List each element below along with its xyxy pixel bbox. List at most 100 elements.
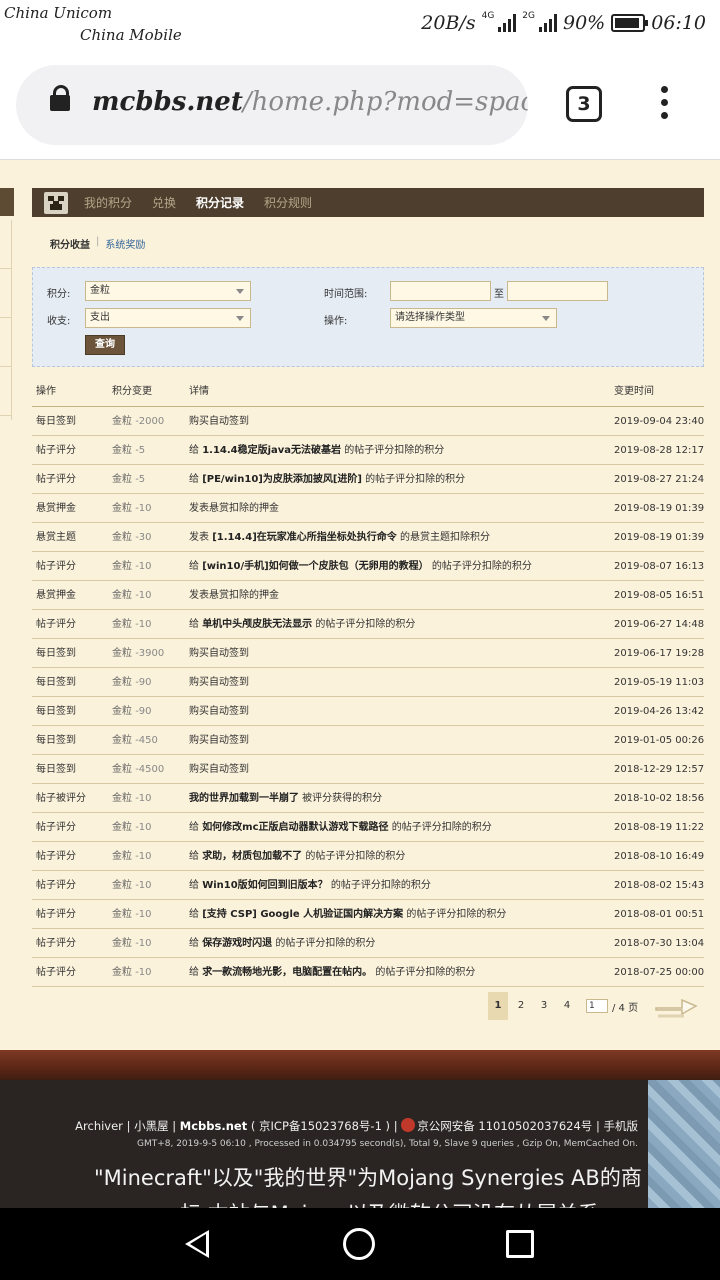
row-detail-suffix: 的帖子评分扣除的积分 xyxy=(272,938,376,949)
table-row: 帖子评分 金粒 -10 给 求助，材质包加载不了 的帖子评分扣除的积分 2018-08… xyxy=(32,842,704,871)
row-operation: 帖子评分 xyxy=(36,619,76,630)
page-3[interactable]: 3 xyxy=(534,992,554,1020)
row-detail: 购买自动签到 xyxy=(189,697,249,726)
end-date-input[interactable] xyxy=(507,281,608,301)
row-amount: -5 xyxy=(135,445,146,456)
row-operation: 每日签到 xyxy=(36,706,76,717)
row-amount: -10 xyxy=(135,793,152,804)
carrier-2: China Mobile xyxy=(80,26,182,44)
table-row: 每日签到 金粒 -3900 购买自动签到 2019-06-17 19:28 xyxy=(32,639,704,668)
points-select[interactable]: 金粒 xyxy=(85,281,251,301)
row-thread-link[interactable]: [支持 CSP] Google 人机验证国内解决方案 xyxy=(202,909,403,920)
overflow-menu-icon[interactable] xyxy=(656,86,672,126)
police-record-link[interactable]: 京公网安备 11010502037624号 xyxy=(417,1119,592,1133)
row-amount: -450 xyxy=(135,735,158,746)
mobile-version-link[interactable]: 手机版 xyxy=(604,1119,639,1133)
nav-my-credits[interactable]: 我的积分 xyxy=(84,194,132,211)
page-4[interactable]: 4 xyxy=(557,992,577,1020)
table-header: 操作 积分变更 详情 变更时间 xyxy=(32,377,704,407)
row-operation: 帖子评分 xyxy=(36,445,76,456)
address-bar[interactable]: mcbbs.net/home.php?mod=space xyxy=(16,65,528,145)
site-link[interactable]: Mcbbs.net xyxy=(180,1119,247,1133)
next-page-arrow-icon[interactable] xyxy=(652,992,700,1020)
page-1[interactable]: 1 xyxy=(488,992,508,1020)
blackroom-link[interactable]: 小黑屋 xyxy=(134,1119,169,1133)
recent-apps-icon[interactable] xyxy=(506,1230,534,1258)
icp-link[interactable]: ( 京ICP备15023768号-1 ) xyxy=(251,1119,390,1133)
footer-disclaimer-2: 标 本站与Mojang以及微软公司没有从属关系 xyxy=(180,1198,599,1208)
carrier-1: China Unicom xyxy=(4,4,113,22)
back-icon[interactable] xyxy=(185,1230,209,1258)
row-change: 金粒 -10 xyxy=(112,900,152,929)
row-detail-prefix: 给 xyxy=(189,822,203,833)
footer-separator: | xyxy=(172,1119,177,1133)
row-detail-prefix: 发表悬赏扣除的押金 xyxy=(189,590,279,601)
row-detail: 给 Win10版如何回到旧版本？ 的帖子评分扣除的积分 xyxy=(189,871,431,900)
row-amount: -10 xyxy=(135,938,152,949)
operation-select[interactable]: 请选择操作类型 xyxy=(390,308,557,328)
row-thread-link[interactable]: [1.14.4]在玩家准心所指坐标处执行命令 xyxy=(212,532,397,543)
header-time: 变更时间 xyxy=(614,386,654,397)
row-time: 2019-09-04 23:40 xyxy=(614,416,705,427)
row-operation: 悬赏押金 xyxy=(36,503,76,514)
row-amount: -10 xyxy=(135,967,152,978)
page-total: / 4 页 xyxy=(612,1002,639,1014)
query-button[interactable]: 查询 xyxy=(85,335,125,355)
row-thread-link[interactable]: 保存游戏时闪退 xyxy=(202,938,272,949)
footer-stats: GMT+8, 2019-9-5 06:10 , Processed in 0.0… xyxy=(136,1139,638,1149)
row-thread-link[interactable]: 单机中头颅皮肤无法显示 xyxy=(202,619,312,630)
table-row: 每日签到 金粒 -90 购买自动签到 2019-05-19 11:03 xyxy=(32,668,704,697)
tab-system-reward[interactable]: 系统奖励 xyxy=(105,236,145,251)
row-detail-suffix: 的帖子评分扣除的积分 xyxy=(372,967,476,978)
row-unit: 金粒 xyxy=(112,416,132,427)
row-detail: 购买自动签到 xyxy=(189,639,249,668)
row-detail: 购买自动签到 xyxy=(189,407,249,436)
tab-credit-income[interactable]: 积分收益 xyxy=(50,236,90,251)
row-thread-link[interactable]: 求一款流畅地光影，电脑配置在帖内。 xyxy=(202,967,372,978)
nav-credit-rules[interactable]: 积分规则 xyxy=(264,194,312,211)
row-time: 2018-07-25 00:00 xyxy=(614,967,705,978)
row-thread-link[interactable]: [PE/win10]为皮肤添加披风[进阶] xyxy=(202,474,362,485)
table-row: 帖子评分 金粒 -5 给 [PE/win10]为皮肤添加披风[进阶] 的帖子评分扣除… xyxy=(32,465,704,494)
row-amount: -10 xyxy=(135,909,152,920)
table-row: 帖子评分 金粒 -5 给 1.14.4稳定版java无法破基岩 的帖子评分扣除的积分… xyxy=(32,436,704,465)
android-nav-bar xyxy=(0,1208,720,1280)
row-detail: 给 求助，材质包加载不了 的帖子评分扣除的积分 xyxy=(189,842,405,871)
table-row: 悬赏押金 金粒 -10 发表悬赏扣除的押金 2019-08-05 16:51 xyxy=(32,581,704,610)
page-2[interactable]: 2 xyxy=(511,992,531,1020)
page-jump-input[interactable]: 1 xyxy=(586,999,608,1013)
lock-icon xyxy=(50,85,70,111)
home-icon[interactable] xyxy=(343,1228,375,1260)
row-operation: 每日签到 xyxy=(36,677,76,688)
table-row: 帖子评分 金粒 -10 给 如何修改mc正版启动器默认游戏下载路径 的帖子评分扣除的… xyxy=(32,813,704,842)
status-bar: China Unicom China Mobile 20B/s 4G 2G 90… xyxy=(0,0,720,52)
row-unit: 金粒 xyxy=(112,503,132,514)
row-detail-suffix: 的帖子评分扣除的积分 xyxy=(341,445,445,456)
network-speed: 20B/s xyxy=(421,12,476,34)
row-thread-link[interactable]: Win10版如何回到旧版本？ xyxy=(202,880,328,891)
row-change: 金粒 -5 xyxy=(112,436,145,465)
row-thread-link[interactable]: 如何修改mc正版启动器默认游戏下载路径 xyxy=(202,822,388,833)
row-thread-link[interactable]: [win10/手机]如何做一个皮肤包（无卵用的教程） xyxy=(202,561,429,572)
archiver-link[interactable]: Archiver xyxy=(75,1119,123,1133)
row-change: 金粒 -10 xyxy=(112,871,152,900)
url-text[interactable]: mcbbs.net/home.php?mod=space xyxy=(92,87,528,117)
row-thread-link[interactable]: 我的世界加载到一半崩了 xyxy=(189,793,299,804)
row-operation: 帖子被评分 xyxy=(36,793,86,804)
table-row: 帖子评分 金粒 -10 给 [支持 CSP] Google 人机验证国内解决方案 的… xyxy=(32,900,704,929)
start-date-input[interactable] xyxy=(390,281,491,301)
nav-credit-log[interactable]: 积分记录 xyxy=(196,194,244,211)
row-thread-link[interactable]: 1.14.4稳定版java无法破基岩 xyxy=(202,445,341,456)
row-time: 2019-08-05 16:51 xyxy=(614,590,705,601)
nav-exchange[interactable]: 兑换 xyxy=(152,194,176,211)
creeper-logo-icon xyxy=(44,191,68,214)
row-operation: 帖子评分 xyxy=(36,851,76,862)
tab-switcher-button[interactable]: 3 xyxy=(566,86,602,122)
row-change: 金粒 -90 xyxy=(112,668,152,697)
row-thread-link[interactable]: 求助，材质包加载不了 xyxy=(202,851,302,862)
row-unit: 金粒 xyxy=(112,764,132,775)
sidebar-edge xyxy=(0,188,14,216)
row-time: 2019-01-05 00:26 xyxy=(614,735,705,746)
battery-percent: 90% xyxy=(563,12,606,34)
direction-select[interactable]: 支出 xyxy=(85,308,251,328)
